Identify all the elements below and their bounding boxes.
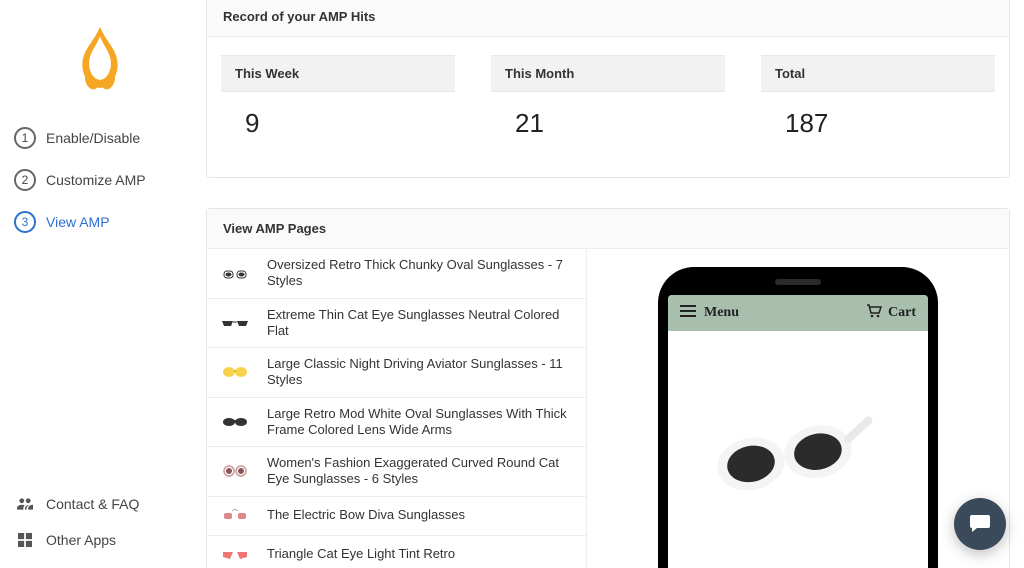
sunglasses-icon: [217, 312, 253, 334]
phone-screen: Menu Cart: [668, 295, 928, 568]
chat-icon: [968, 511, 992, 538]
nav-step-view-amp[interactable]: 3 View AMP: [10, 201, 190, 243]
sunglasses-icon: [217, 262, 253, 284]
nav-step-enable-disable[interactable]: 1 Enable/Disable: [10, 117, 190, 159]
main-content: Record of your AMP Hits This Week 9 This…: [200, 0, 1024, 568]
cart-label[interactable]: Cart: [888, 305, 916, 321]
hit-card-month: This Month 21: [491, 55, 725, 149]
nav-contact-faq[interactable]: Contact & FAQ: [10, 486, 190, 522]
product-image: [668, 331, 928, 568]
chat-widget-button[interactable]: [954, 498, 1006, 550]
list-item-title: Triangle Cat Eye Light Tint Retro: [267, 546, 455, 562]
hit-label: Total: [761, 55, 995, 92]
hamburger-icon[interactable]: [680, 304, 696, 322]
hit-card-week: This Week 9: [221, 55, 455, 149]
phone-frame: Menu Cart: [658, 267, 938, 568]
hit-value: 21: [491, 92, 725, 149]
app-logo: [10, 24, 190, 95]
nav-label: Other Apps: [46, 532, 116, 548]
grid-icon: [14, 533, 36, 547]
list-item[interactable]: Oversized Retro Thick Chunky Oval Sungla…: [207, 249, 586, 299]
list-item-title: Oversized Retro Thick Chunky Oval Sungla…: [267, 257, 576, 290]
list-item-title: Large Retro Mod White Oval Sunglasses Wi…: [267, 406, 576, 439]
hit-card-total: Total 187: [761, 55, 995, 149]
step-nav: 1 Enable/Disable 2 Customize AMP 3 View …: [10, 117, 190, 243]
sunglasses-icon: [217, 505, 253, 527]
hits-body: This Week 9 This Month 21 Total 187: [207, 37, 1009, 177]
step-number: 2: [14, 169, 36, 191]
phone-preview-column: Menu Cart: [587, 249, 1009, 568]
list-item-title: Large Classic Night Driving Aviator Sung…: [267, 356, 576, 389]
hit-label: This Week: [221, 55, 455, 92]
hits-panel-title: Record of your AMP Hits: [207, 0, 1009, 37]
list-item[interactable]: Extreme Thin Cat Eye Sunglasses Neutral …: [207, 299, 586, 349]
hit-value: 187: [761, 92, 995, 149]
list-item[interactable]: Women's Fashion Exaggerated Curved Round…: [207, 447, 586, 497]
menu-label[interactable]: Menu: [704, 305, 739, 321]
people-icon: [14, 497, 36, 511]
nav-label: Contact & FAQ: [46, 496, 139, 512]
step-number: 3: [14, 211, 36, 233]
list-item[interactable]: The Electric Bow Diva Sunglasses: [207, 497, 586, 536]
sunglasses-icon: [217, 361, 253, 383]
hit-value: 9: [221, 92, 455, 149]
view-amp-title: View AMP Pages: [207, 209, 1009, 249]
sidebar: 1 Enable/Disable 2 Customize AMP 3 View …: [0, 0, 200, 568]
flame-icon: [66, 24, 134, 92]
phone-speaker: [775, 279, 821, 285]
step-label: Customize AMP: [46, 172, 146, 188]
sunglasses-icon: [217, 411, 253, 433]
list-item[interactable]: Triangle Cat Eye Light Tint Retro: [207, 536, 586, 568]
list-item[interactable]: Large Classic Night Driving Aviator Sung…: [207, 348, 586, 398]
sunglasses-icon: [217, 544, 253, 566]
list-item[interactable]: Large Retro Mod White Oval Sunglasses Wi…: [207, 398, 586, 448]
step-label: View AMP: [46, 214, 110, 230]
list-item-title: Women's Fashion Exaggerated Curved Round…: [267, 455, 576, 488]
step-number: 1: [14, 127, 36, 149]
amp-page-list[interactable]: Oversized Retro Thick Chunky Oval Sungla…: [207, 249, 587, 568]
sunglasses-icon: [217, 460, 253, 482]
cart-icon[interactable]: [866, 304, 882, 323]
hit-label: This Month: [491, 55, 725, 92]
step-label: Enable/Disable: [46, 130, 140, 146]
hits-panel: Record of your AMP Hits This Week 9 This…: [206, 0, 1010, 178]
nav-other-apps[interactable]: Other Apps: [10, 522, 190, 558]
list-item-title: The Electric Bow Diva Sunglasses: [267, 507, 465, 523]
bottom-nav: Contact & FAQ Other Apps: [10, 486, 190, 558]
nav-step-customize-amp[interactable]: 2 Customize AMP: [10, 159, 190, 201]
phone-top-bar: Menu Cart: [668, 295, 928, 331]
list-item-title: Extreme Thin Cat Eye Sunglasses Neutral …: [267, 307, 576, 340]
view-amp-panel: View AMP Pages Oversized Retro Thick Chu…: [206, 208, 1010, 568]
